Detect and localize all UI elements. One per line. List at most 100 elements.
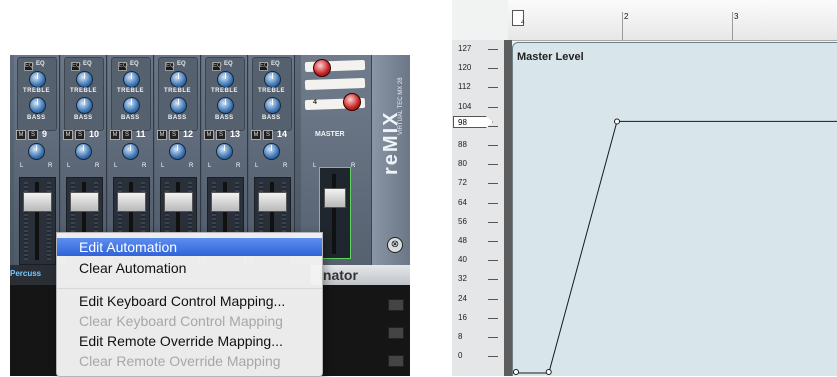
bass-knob[interactable] <box>123 97 140 114</box>
channel-fader[interactable] <box>117 192 146 212</box>
bass-knob[interactable] <box>217 97 234 114</box>
scale-tick-label: 24 <box>458 293 467 303</box>
channel-fader[interactable] <box>70 192 99 212</box>
mute-button[interactable]: M <box>63 130 73 140</box>
menu-item-clear-automation[interactable]: Clear Automation <box>57 259 322 277</box>
scale-tick-mark <box>488 202 498 204</box>
bass-label: BASS <box>215 115 234 121</box>
scale-tick-label: 104 <box>458 101 472 111</box>
menu-item-edit-remote-override[interactable]: Edit Remote Override Mapping... <box>57 332 322 350</box>
solo-button[interactable]: S <box>169 130 179 140</box>
solo-button[interactable]: S <box>216 130 226 140</box>
solo-button[interactable]: S <box>75 130 85 140</box>
menu-separator <box>57 288 322 289</box>
automation-point[interactable] <box>513 369 519 375</box>
channel-header: M S 14 <box>251 129 291 140</box>
automation-editor: 4 2 3 1271201121049688807264564840322416… <box>452 0 837 376</box>
treble-label: TREBLE <box>211 88 238 94</box>
treble-knob[interactable] <box>217 71 234 88</box>
scale-tick-label: 88 <box>458 140 467 149</box>
solo-button[interactable]: S <box>122 130 132 140</box>
master-fader[interactable] <box>324 188 346 208</box>
bar-number: 2 <box>624 12 629 21</box>
timeline-ruler[interactable]: 4 2 3 <box>508 0 837 41</box>
left-label: L <box>161 163 165 169</box>
eq-section: EQ EQ TREBLE BASS <box>64 57 104 131</box>
solo-button[interactable]: S <box>263 130 273 140</box>
eq-label: EQ <box>224 61 233 67</box>
bass-label: BASS <box>27 115 46 121</box>
eq-toggle[interactable]: EQ <box>24 62 34 71</box>
left-label: L <box>114 163 118 169</box>
aux-return-number: 4 <box>313 99 318 106</box>
eq-toggle[interactable]: EQ <box>212 62 222 71</box>
pan-knob[interactable] <box>122 143 139 160</box>
treble-knob[interactable] <box>264 71 281 88</box>
treble-knob[interactable] <box>29 71 46 88</box>
menu-item-clear-keyboard-mapping: Clear Keyboard Control Mapping <box>79 313 283 329</box>
bass-label: BASS <box>121 115 140 121</box>
pan-knob[interactable] <box>263 143 280 160</box>
scale-tick-mark <box>488 337 498 338</box>
right-label: R <box>236 163 241 169</box>
pan-knob[interactable] <box>28 143 45 160</box>
context-menu: Edit Automation Clear Automation Edit Ke… <box>56 232 323 377</box>
aux-return-knob-3[interactable] <box>313 59 331 77</box>
channel-header: M S 13 <box>204 129 244 140</box>
right-label: R <box>189 163 194 169</box>
channel-fader[interactable] <box>258 192 287 212</box>
mute-button[interactable]: M <box>204 130 214 140</box>
mute-button[interactable]: M <box>110 130 120 140</box>
mute-button[interactable]: M <box>251 130 261 140</box>
solo-button[interactable]: S <box>28 130 38 140</box>
menu-item-edit-keyboard-mapping[interactable]: Edit Keyboard Control Mapping... <box>57 292 322 310</box>
rack-screw <box>388 299 404 311</box>
eq-label: EQ <box>36 61 45 67</box>
automation-lane[interactable]: Master Level <box>512 42 837 376</box>
bass-knob[interactable] <box>170 97 187 114</box>
eq-toggle[interactable]: EQ <box>118 62 128 71</box>
bass-knob[interactable] <box>29 97 46 114</box>
channel-fader[interactable] <box>211 192 240 212</box>
eq-section: EQ EQ TREBLE BASS <box>17 57 57 131</box>
bar-line <box>732 12 733 40</box>
menu-item-edit-automation[interactable]: Edit Automation <box>57 238 322 256</box>
eq-label: EQ <box>83 61 92 67</box>
channel-fader[interactable] <box>23 192 52 212</box>
pan-knob[interactable] <box>169 143 186 160</box>
scale-tick-mark <box>488 356 498 358</box>
eq-label: EQ <box>271 61 280 67</box>
pan-knob[interactable] <box>216 143 233 160</box>
automation-point[interactable] <box>614 118 620 125</box>
mute-button[interactable]: M <box>16 130 26 140</box>
bass-knob[interactable] <box>76 97 93 114</box>
pan-knob[interactable] <box>75 143 92 160</box>
treble-label: TREBLE <box>117 88 144 94</box>
eq-toggle[interactable]: EQ <box>165 62 175 71</box>
eq-section: EQ EQ TREBLE BASS <box>111 57 151 131</box>
automation-curve[interactable] <box>513 43 837 376</box>
treble-knob[interactable] <box>123 71 140 88</box>
eq-toggle[interactable]: EQ <box>259 62 269 71</box>
scale-tick-mark <box>488 221 498 223</box>
bar-number: 3 <box>734 12 739 21</box>
channel-header: MS9 <box>16 129 56 140</box>
right-label: R <box>283 163 288 169</box>
mute-button[interactable]: M <box>157 130 167 140</box>
automation-line[interactable] <box>513 120 837 374</box>
channel-header: M S 10 <box>63 129 103 140</box>
eq-label: EQ <box>130 61 139 67</box>
left-label: L <box>208 163 212 169</box>
value-scale: 127120112104968880726456484032241680 <box>452 40 505 376</box>
automation-point[interactable] <box>545 369 552 375</box>
aux-return-number: 3 <box>351 63 356 70</box>
aux-return-knob-4[interactable] <box>343 93 361 111</box>
fold-device-icon[interactable]: ⊗ <box>387 237 403 253</box>
eq-toggle[interactable]: EQ <box>71 62 81 71</box>
treble-knob[interactable] <box>170 71 187 88</box>
channel-fader[interactable] <box>164 192 193 212</box>
channel-number: 9 <box>42 129 48 139</box>
bass-knob[interactable] <box>264 97 281 114</box>
rack-screw <box>388 327 404 339</box>
treble-knob[interactable] <box>76 71 93 88</box>
